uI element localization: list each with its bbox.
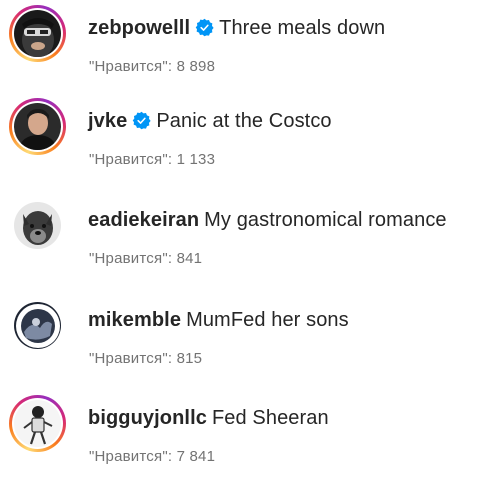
likes-count[interactable]: "Нравится": 1 133 xyxy=(89,150,215,170)
comment-text: MumFed her sons xyxy=(186,309,349,331)
avatar[interactable] xyxy=(14,400,61,447)
comment-text: Fed Sheeran xyxy=(211,407,329,429)
avatar-story-ring[interactable] xyxy=(9,395,66,452)
avatar[interactable] xyxy=(14,202,61,249)
verified-badge-icon xyxy=(133,111,151,130)
comment-text-line: eadiekeiran My gastronomical romance xyxy=(88,207,447,233)
avatar[interactable] xyxy=(14,302,61,349)
avatar[interactable] xyxy=(14,103,61,150)
comment-item: mikemble MumFed her sons "Нравится": 815 xyxy=(0,297,478,393)
username[interactable]: zebpowelll xyxy=(88,17,190,39)
username[interactable]: bigguyjonllc xyxy=(88,407,207,429)
comment-item: eadiekeiran My gastronomical romance "Нра… xyxy=(0,197,478,293)
likes-count[interactable]: "Нравится": 7 841 xyxy=(89,447,215,467)
comment-text: Panic at the Costco xyxy=(156,110,332,132)
avatar[interactable] xyxy=(14,10,61,57)
likes-count[interactable]: "Нравится": 815 xyxy=(89,349,202,369)
likes-count[interactable]: "Нравится": 841 xyxy=(89,249,202,269)
username[interactable]: jvke xyxy=(88,110,127,132)
comment-text-line: zebpowelll Three meals down xyxy=(88,15,385,41)
comment-text-line: jvke Panic at the Costco xyxy=(88,108,332,134)
comment-item: bigguyjonllc Fed Sheeran "Нравится": 7 84… xyxy=(0,395,478,480)
comment-text-line: mikemble MumFed her sons xyxy=(88,307,349,333)
verified-badge-icon xyxy=(195,18,214,37)
avatar-story-ring[interactable] xyxy=(9,98,66,155)
avatar-story-ring[interactable] xyxy=(9,5,66,62)
username[interactable]: mikemble xyxy=(88,309,181,331)
comment-item: jvke Panic at the Costco "Нравится": 1 13… xyxy=(0,98,478,194)
comment-text: Three meals down xyxy=(219,17,386,39)
comment-list: zebpowelll Three meals down "Нравится": 8… xyxy=(0,0,478,480)
username[interactable]: eadiekeiran xyxy=(88,209,199,231)
comment-text: My gastronomical romance xyxy=(204,209,447,231)
likes-count[interactable]: "Нравится": 8 898 xyxy=(89,57,215,77)
comment-text-line: bigguyjonllc Fed Sheeran xyxy=(88,405,329,431)
comment-item: zebpowelll Three meals down "Нравится": 8… xyxy=(0,5,478,101)
